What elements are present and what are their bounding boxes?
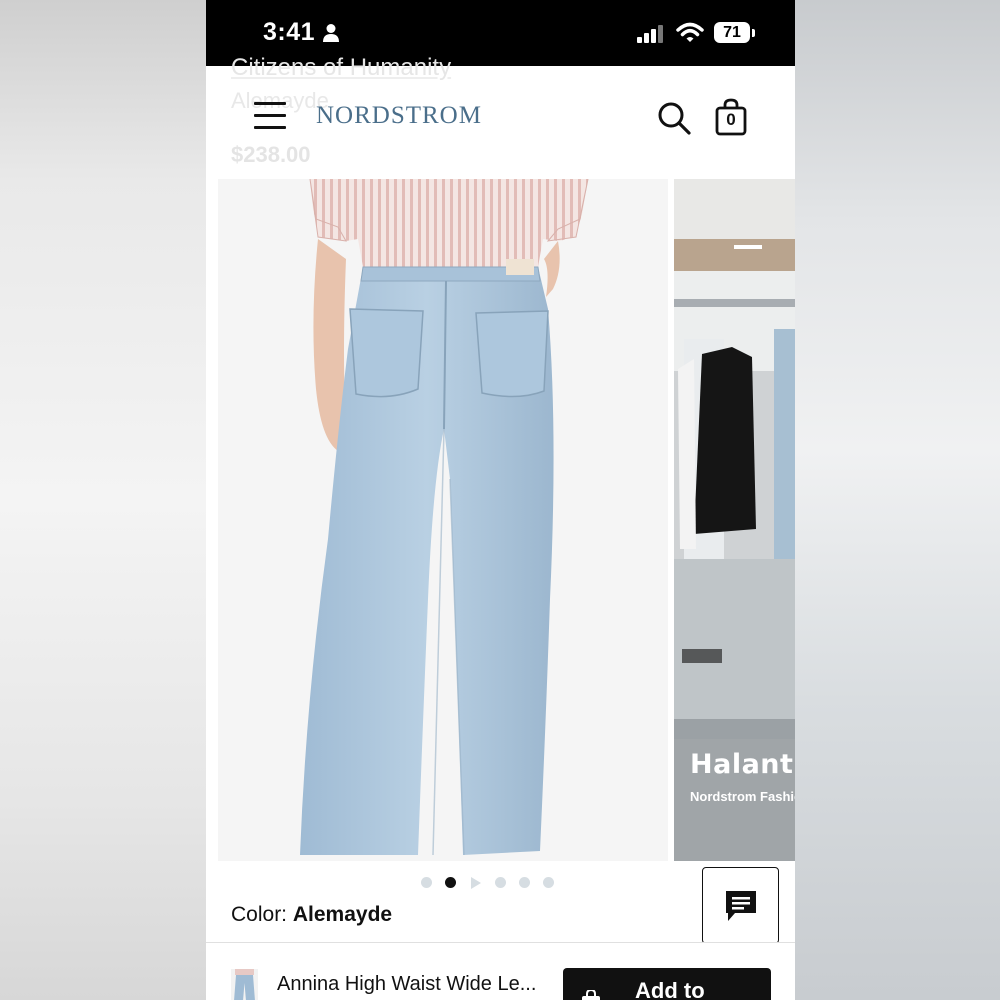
bag-icon[interactable]: 0	[714, 98, 748, 136]
page-dot-active[interactable]	[445, 877, 456, 888]
phone-screen: 3:41 71 Citizens of Humanity Alemayde $2…	[206, 0, 795, 1000]
background-blur-right	[794, 0, 1000, 1000]
add-to-bag-button[interactable]: Add to	[563, 968, 771, 1000]
product-thumbnail	[231, 969, 258, 1000]
product-photo[interactable]	[218, 179, 668, 861]
chat-icon	[726, 891, 756, 921]
product-gallery[interactable]: Halant Nordstrom Fashio	[206, 179, 795, 861]
promo-video-card[interactable]: Halant Nordstrom Fashio	[674, 179, 795, 861]
app-header: Citizens of Humanity Alemayde $238.00 NO…	[206, 54, 795, 179]
page-dot[interactable]	[519, 877, 530, 888]
page-dot[interactable]	[495, 877, 506, 888]
page-dot[interactable]	[421, 877, 432, 888]
signal-icon	[637, 25, 663, 43]
color-value: Alemayde	[292, 903, 393, 926]
person-icon	[323, 24, 339, 42]
page-dot[interactable]	[543, 877, 554, 888]
sticky-add-to-bag-bar: Annina High Waist Wide Le... Add to	[206, 942, 795, 1000]
brand-name-faded: Citizens of Humanity	[231, 54, 452, 81]
battery-icon: 71	[714, 22, 750, 43]
promo-subtitle: Nordstrom Fashio	[690, 789, 795, 804]
search-icon[interactable]	[656, 100, 692, 136]
wifi-icon	[676, 22, 704, 42]
status-time: 3:41	[263, 18, 316, 46]
bag-count: 0	[726, 110, 736, 129]
bag-small-icon	[582, 990, 600, 1000]
color-selection: Color: Alemayde	[231, 903, 392, 927]
price-faded: $238.00	[231, 142, 311, 167]
product-name: Annina High Waist Wide Le...	[277, 973, 537, 995]
battery-tip	[752, 29, 755, 37]
add-to-bag-label: Add to	[635, 978, 705, 1000]
chat-button[interactable]	[702, 867, 779, 944]
menu-icon[interactable]	[254, 102, 286, 130]
nordstrom-logo[interactable]: NORDSTROM	[316, 102, 482, 130]
color-label: Color:	[231, 903, 288, 926]
background-blur-left	[0, 0, 206, 1000]
video-dot-icon[interactable]	[471, 877, 481, 889]
promo-title: Halant	[690, 749, 794, 780]
